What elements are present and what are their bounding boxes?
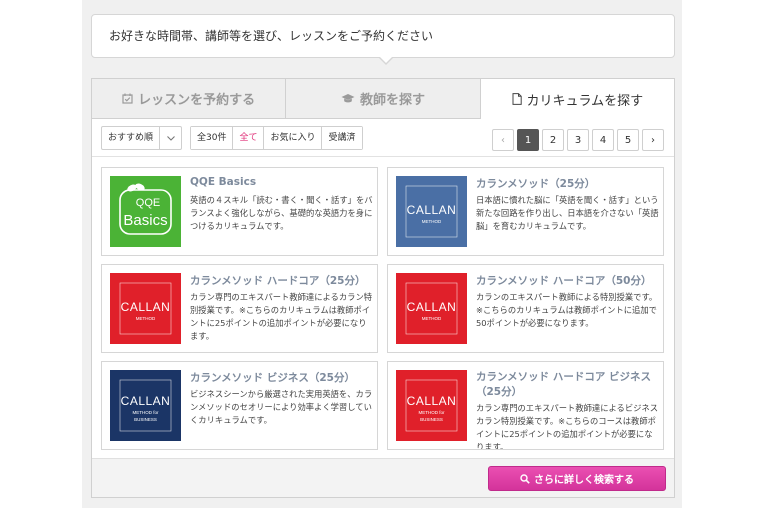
callan-logo-text: CALLAN (407, 300, 457, 314)
callan-logo-text: CALLAN (121, 394, 171, 408)
sort-value: おすすめ順 (108, 133, 154, 143)
tab-label: レッスンを予約する (138, 93, 256, 108)
curriculum-description: カラン専門のエキスパート教師達によるビジネスカラン特別授業です。※こちらのコース… (476, 403, 659, 450)
curriculum-description: 英語の４スキル「読む・書く・聞く・話す」をバランスよく強化しながら、基礎的な英語… (190, 195, 373, 231)
curriculum-description: ビジネスシーンから厳選された実用英語を、カランメソッドのセオリーにより効率よく学… (190, 389, 373, 425)
curriculum-title: カランメソッド ビジネス（25分） (190, 372, 355, 384)
curriculum-card-callan-hardcore-business-25[interactable]: CALLAN METHOD for BUSINESS カランメソッド ハードコア… (387, 361, 664, 450)
qqe-logo-line2: Basics (123, 212, 167, 229)
document-icon (512, 93, 522, 105)
curriculum-title: カランメソッド（25分） (476, 178, 596, 190)
pagination: ‹ 1 2 3 4 5 › (492, 129, 664, 151)
page-button-5[interactable]: 5 (617, 129, 639, 151)
curriculum-thumbnail: QQE Basics (110, 176, 181, 247)
curriculum-grid: QQE Basics QQE Basics 英語の４スキル「読む・書く・聞く・話… (92, 158, 674, 458)
curriculum-description: カランのエキスパート教師による特別授業です。※こちらのカリキュラムは教師ポイント… (476, 292, 658, 328)
filter-all[interactable]: 全て (233, 127, 265, 149)
callan-method-logo: CALLAN METHOD (119, 282, 172, 335)
callan-logo-text: CALLAN (121, 300, 171, 314)
curriculum-thumbnail: CALLAN METHOD (396, 176, 467, 247)
callan-logo-business: BUSINESS (134, 417, 157, 422)
curriculum-thumbnail: CALLAN METHOD for BUSINESS (396, 370, 467, 441)
callan-logo-business: BUSINESS (420, 417, 443, 422)
filter-all-count[interactable]: 全30件 (191, 127, 234, 149)
curriculum-title: カランメソッド ハードコア（25分） (190, 275, 366, 287)
curriculum-title: カランメソッド ハードコア ビジネス（25分） (476, 371, 651, 398)
qqe-logo-line1: QQE (136, 197, 160, 209)
page-button-1[interactable]: 1 (517, 129, 539, 151)
filter-favorites[interactable]: お気に入り (264, 127, 323, 149)
curriculum-card-qqe-basics[interactable]: QQE Basics QQE Basics 英語の４スキル「読む・書く・聞く・話… (101, 167, 378, 256)
tab-find-curriculum[interactable]: カリキュラムを探す (480, 79, 674, 119)
tab-reserve-lesson[interactable]: レッスンを予約する (92, 79, 287, 119)
filter-taken[interactable]: 受講済 (322, 127, 362, 149)
page-prev-button[interactable]: ‹ (492, 129, 514, 151)
banner-text: お好きな時間帯、講師等を選び、レッスンをご予約ください (109, 29, 434, 43)
callan-logo-subtext: METHOD (422, 316, 442, 321)
instruction-banner: お好きな時間帯、講師等を選び、レッスンをご予約ください (91, 14, 675, 58)
sort-dropdown[interactable]: おすすめ順 (101, 126, 182, 150)
banner-pointer (378, 56, 394, 65)
qqe-basics-logo: QQE Basics (119, 183, 172, 235)
panel-footer: さらに詳しく検索する (92, 458, 674, 497)
curriculum-card-callan-business-25[interactable]: CALLAN METHOD for BUSINESS カランメソッド ビジネス（… (101, 361, 378, 450)
callan-logo-text: CALLAN (407, 394, 457, 408)
callan-logo-text: CALLAN (407, 203, 457, 217)
curriculum-card-callan-hardcore-50[interactable]: CALLAN METHOD カランメソッド ハードコア（50分） カランのエキス… (387, 264, 664, 353)
page-button-4[interactable]: 4 (592, 129, 614, 151)
tab-bar: レッスンを予約する 教師を探す カリキュラムを探す (92, 79, 674, 119)
curriculum-thumbnail: CALLAN METHOD (110, 273, 181, 344)
advanced-search-label: さらに詳しく検索する (534, 475, 634, 486)
callan-business-logo: CALLAN METHOD for BUSINESS (405, 379, 458, 432)
tab-label: 教師を探す (359, 93, 425, 108)
callan-logo-subtext: METHOD (422, 219, 442, 224)
callan-business-logo: CALLAN METHOD for BUSINESS (119, 379, 172, 432)
callan-logo-subtext: METHOD (136, 316, 156, 321)
advanced-search-button[interactable]: さらに詳しく検索する (488, 466, 666, 491)
curriculum-title: QQE Basics (190, 176, 257, 188)
filter-toolbar: おすすめ順 全30件 全て お気に入り 受講済 ‹ 1 2 3 4 5 › (92, 119, 674, 157)
curriculum-card-callan-25[interactable]: CALLAN METHOD カランメソッド（25分） 日本語に慣れた脳に「英語を… (387, 167, 664, 256)
callan-logo-subtext: METHOD for (132, 410, 159, 415)
curriculum-description: カラン専門のエキスパート教師達によるカラン特別授業です。※こちらのカリキュラムは… (190, 292, 373, 341)
tab-label: カリキュラムを探す (526, 93, 644, 109)
callan-method-logo: CALLAN METHOD (405, 185, 458, 238)
curriculum-title: カランメソッド ハードコア（50分） (476, 275, 652, 287)
curriculum-thumbnail: CALLAN METHOD for BUSINESS (110, 370, 181, 441)
curriculum-card-callan-hardcore-25[interactable]: CALLAN METHOD カランメソッド ハードコア（25分） カラン専門のエ… (101, 264, 378, 353)
search-icon (520, 473, 530, 484)
filter-group: 全30件 全て お気に入り 受講済 (190, 126, 363, 150)
curriculum-description: 日本語に慣れた脳に「英語を聞く・話す」という新たな回路を作り出し、日本語を介さな… (476, 195, 659, 231)
callan-logo-subtext: METHOD for (418, 410, 445, 415)
search-panel: レッスンを予約する 教師を探す カリキュラムを探す おすすめ順 全30件 全て … (91, 78, 675, 498)
page-button-2[interactable]: 2 (542, 129, 564, 151)
callan-method-logo: CALLAN METHOD (405, 282, 458, 335)
chevron-down-icon (159, 127, 181, 149)
graduation-cap-icon (341, 93, 355, 104)
page-button-3[interactable]: 3 (567, 129, 589, 151)
calendar-check-icon (122, 93, 133, 104)
curriculum-thumbnail: CALLAN METHOD (396, 273, 467, 344)
tab-find-teacher[interactable]: 教師を探す (286, 79, 481, 119)
page-next-button[interactable]: › (642, 129, 664, 151)
